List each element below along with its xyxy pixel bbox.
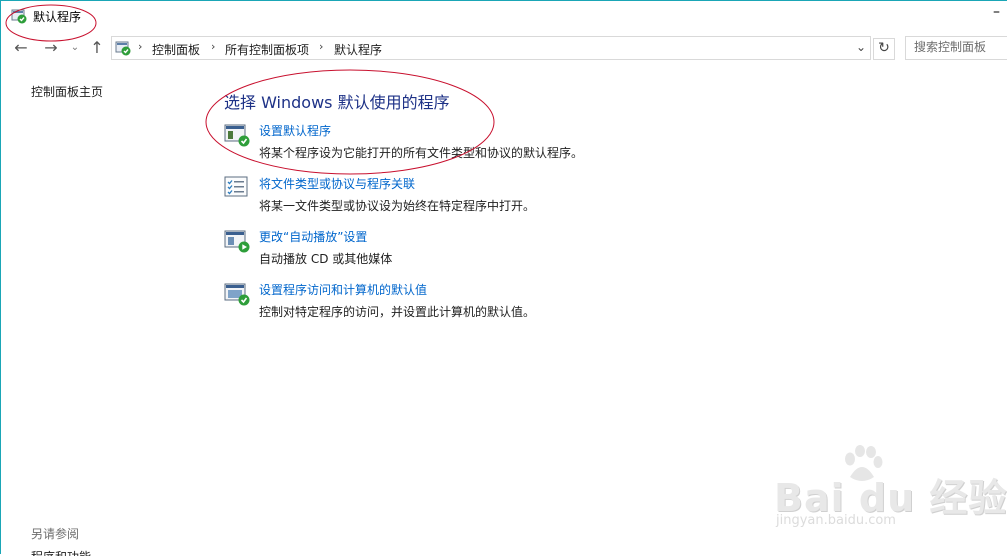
window-title: 默认程序 xyxy=(33,10,82,24)
address-bar[interactable]: › 控制面板 › 所有控制面板项 › 默认程序 ⌄ xyxy=(111,36,871,60)
back-button[interactable]: ← xyxy=(11,38,31,58)
task-program-access: 设置程序访问和计算机的默认值 控制对特定程序的访问，并设置此计算机的默认值。 xyxy=(224,281,824,329)
refresh-button[interactable]: ↻ xyxy=(873,38,895,60)
task-description: 将某个程序设为它能打开的所有文件类型和协议的默认程序。 xyxy=(259,146,584,160)
task-link[interactable]: 将文件类型或协议与程序关联 xyxy=(259,175,415,192)
autoplay-icon xyxy=(224,230,250,253)
task-link[interactable]: 设置默认程序 xyxy=(259,122,331,139)
window-frame-left xyxy=(0,0,1,554)
recent-locations-button[interactable]: ⌄ xyxy=(65,38,85,58)
breadcrumb-all-items[interactable]: 所有控制面板项 xyxy=(225,41,309,58)
title-bar: 默认程序 – xyxy=(1,1,1007,31)
watermark-url: jingyan.baidu.com xyxy=(776,513,896,528)
baidu-jingyan-watermark: Bai du 经验 jingyan.baidu.com xyxy=(770,445,1006,535)
breadcrumb-separator[interactable]: › xyxy=(211,40,215,53)
set-default-programs-icon xyxy=(224,124,250,147)
task-link[interactable]: 更改“自动播放”设置 xyxy=(259,228,367,245)
page-title: 选择 Windows 默认使用的程序 xyxy=(224,93,450,112)
task-description: 控制对特定程序的访问，并设置此计算机的默认值。 xyxy=(259,305,536,319)
task-set-default-programs: 设置默认程序 将某个程序设为它能打开的所有文件类型和协议的默认程序。 xyxy=(224,122,824,170)
navigation-bar: ← → ⌄ ↑ › 控制面板 › 所有控制面板项 › 默认程序 ⌄ ↻ xyxy=(1,34,1007,62)
search-box[interactable] xyxy=(905,36,1007,60)
control-panel-home-link[interactable]: 控制面板主页 xyxy=(31,83,103,100)
up-button[interactable]: ↑ xyxy=(87,38,107,58)
programs-and-features-link[interactable]: 程序和功能 xyxy=(31,548,91,556)
task-description: 将某一文件类型或协议设为始终在特定程序中打开。 xyxy=(259,199,536,213)
forward-button[interactable]: → xyxy=(41,38,61,58)
search-input[interactable] xyxy=(906,37,1004,57)
task-description: 自动播放 CD 或其他媒体 xyxy=(259,252,393,266)
control-panel-icon xyxy=(115,41,131,56)
see-also-heading: 另请参阅 xyxy=(31,527,80,541)
task-autoplay: 更改“自动播放”设置 自动播放 CD 或其他媒体 xyxy=(224,228,824,276)
minimize-button[interactable]: – xyxy=(993,5,1003,23)
file-association-icon xyxy=(224,176,248,197)
default-programs-icon xyxy=(11,9,27,24)
task-file-association: 将文件类型或协议与程序关联 将某一文件类型或协议设为始终在特定程序中打开。 xyxy=(224,175,824,223)
breadcrumb-default-programs[interactable]: 默认程序 xyxy=(334,41,382,58)
address-dropdown-icon[interactable]: ⌄ xyxy=(856,40,866,54)
task-link[interactable]: 设置程序访问和计算机的默认值 xyxy=(259,281,427,298)
program-access-icon xyxy=(224,283,250,306)
breadcrumb-separator[interactable]: › xyxy=(319,40,323,53)
breadcrumb-control-panel[interactable]: 控制面板 xyxy=(152,41,200,58)
breadcrumb-separator: › xyxy=(138,40,143,53)
